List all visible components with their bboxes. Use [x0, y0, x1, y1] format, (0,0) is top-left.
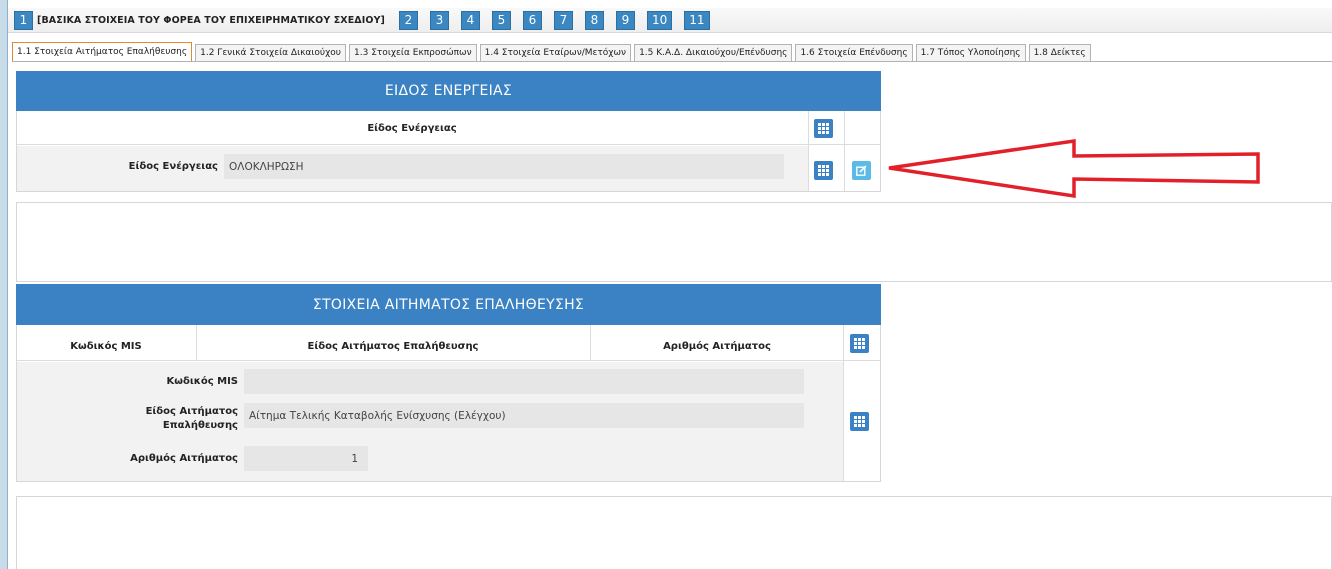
empty-section-2 — [16, 496, 1332, 569]
step-button-4[interactable]: 4 — [461, 10, 480, 30]
grid-button-row-2[interactable] — [850, 412, 869, 431]
mis-label: Κωδικός MIS — [166, 376, 238, 387]
red-arrow-annotation — [888, 138, 1260, 199]
tab-general-beneficiary[interactable]: 1.2 Γενικά Στοιχεία Δικαιούχου — [195, 44, 347, 62]
tab-indicators[interactable]: 1.8 Δείκτες — [1028, 44, 1091, 62]
step-button-7[interactable]: 7 — [554, 10, 573, 30]
grid-button-header-2[interactable] — [850, 334, 869, 353]
tab-investment-data[interactable]: 1.6 Στοιχεία Επένδυσης — [795, 44, 913, 62]
tab-partners-shareholders[interactable]: 1.4 Στοιχεία Εταίρων/Μετόχων — [479, 44, 632, 62]
step-button-6[interactable]: 6 — [523, 10, 542, 30]
step-button-1[interactable]: 1 — [14, 10, 33, 30]
grid-icon — [854, 338, 865, 349]
tab-underline — [12, 61, 1332, 62]
tab-implementation-location[interactable]: 1.7 Τόπος Υλοποίησης — [915, 44, 1026, 62]
request-type-label-line1: Είδος Αιτήματος — [145, 406, 238, 417]
column-header-request-type: Είδος Αιτήματος Επαλήθευσης — [307, 341, 479, 352]
grid-icon — [854, 416, 865, 427]
tab-verification-request[interactable]: 1.1 Στοιχεία Αιτήματος Επαλήθευσης — [12, 42, 193, 62]
step-button-5[interactable]: 5 — [492, 10, 511, 30]
action-type-title: ΕΙΔΟΣ ΕΝΕΡΓΕΙΑΣ — [16, 71, 881, 111]
request-number-label: Αριθμός Αιτήματος — [130, 453, 238, 464]
edit-icon — [856, 165, 867, 176]
step-navigation-bar: 1 [ΒΑΣΙΚΑ ΣΤΟΙΧΕΙΑ ΤΟΥ ΦΟΡΕΑ ΤΟΥ ΕΠΙΧΕΙΡ… — [8, 8, 1332, 33]
column-header-request-number: Αριθμός Αιτήματος — [663, 341, 771, 352]
step-button-10[interactable]: 10 — [647, 10, 673, 30]
action-type-label: Είδος Ενέργειας — [128, 161, 218, 172]
page: 1 [ΒΑΣΙΚΑ ΣΤΟΙΧΕΙΑ ΤΟΥ ΦΟΡΕΑ ΤΟΥ ΕΠΙΧΕΙΡ… — [0, 0, 1332, 569]
tab-kad[interactable]: 1.5 Κ.Α.Δ. Δικαιούχου/Επένδυσης — [634, 44, 793, 62]
tab-strip: 1.1 Στοιχεία Αιτήματος Επαλήθευσης 1.2 Γ… — [12, 41, 1094, 62]
step-button-8[interactable]: 8 — [585, 10, 604, 30]
action-type-value: ΟΛΟΚΛΗΡΩΣΗ — [224, 154, 784, 179]
step-button-9[interactable]: 9 — [616, 10, 635, 30]
step-button-3[interactable]: 3 — [430, 10, 449, 30]
step-button-2[interactable]: 2 — [399, 10, 418, 30]
tab-representatives[interactable]: 1.3 Στοιχεία Εκπροσώπων — [349, 44, 477, 62]
mis-value — [244, 369, 804, 394]
grid-button-header[interactable] — [814, 119, 833, 138]
grid-button-row[interactable] — [814, 161, 833, 180]
grid-icon — [818, 165, 829, 176]
grid-icon — [818, 123, 829, 134]
request-type-label-line2: Επαλήθευσης — [162, 420, 238, 431]
verification-request-title: ΣΤΟΙΧΕΙΑ ΑΙΤΗΜΑΤΟΣ ΕΠΑΛΗΘΕΥΣΗΣ — [16, 284, 881, 325]
edit-button[interactable] — [852, 161, 871, 180]
divider — [808, 111, 809, 191]
step-button-11[interactable]: 11 — [684, 10, 710, 30]
step-title: [ΒΑΣΙΚΑ ΣΤΟΙΧΕΙΑ ΤΟΥ ΦΟΡΕΑ ΤΟΥ ΕΠΙΧΕΙΡΗΜ… — [37, 14, 385, 26]
request-number-value: 1 — [244, 446, 368, 471]
request-type-value: Αίτημα Τελικής Καταβολής Ενίσχυσης (Ελέγ… — [244, 403, 804, 428]
divider — [844, 111, 845, 191]
column-header-mis: Κωδικός MIS — [70, 341, 142, 352]
divider — [843, 325, 844, 482]
empty-section — [16, 202, 1332, 282]
left-border-bar — [0, 0, 8, 569]
action-type-column-header: Είδος Ενέργειας — [367, 123, 457, 134]
